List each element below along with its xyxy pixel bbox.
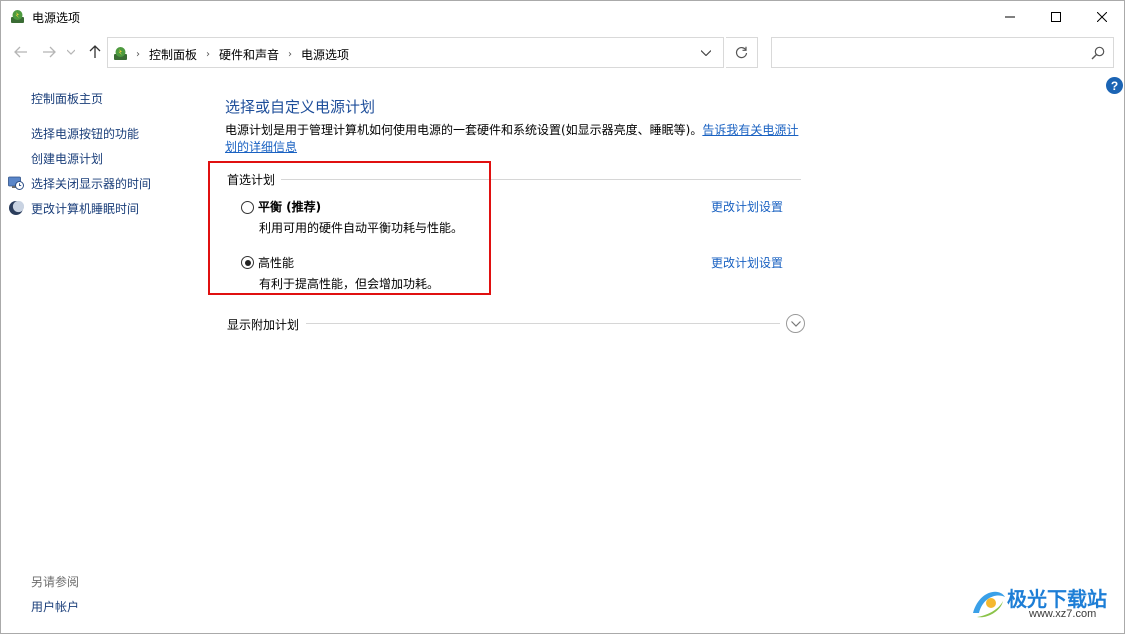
sidebar-item-sleep-time[interactable]: 更改计算机睡眠时间	[31, 200, 139, 217]
arrow-up-icon	[89, 45, 101, 58]
expand-additional-plans-button[interactable]	[786, 314, 805, 333]
refresh-button[interactable]	[726, 37, 758, 68]
address-history-dropdown[interactable]	[698, 45, 714, 61]
page-title: 选择或自定义电源计划	[225, 98, 376, 116]
breadcrumb: › 控制面板 › 硬件和声音 › 电源选项	[136, 46, 349, 63]
close-button[interactable]	[1079, 1, 1125, 32]
help-button[interactable]: ?	[1106, 77, 1123, 94]
show-additional-plans-label[interactable]: 显示附加计划	[227, 316, 299, 333]
see-also-label: 另请参阅	[31, 575, 80, 589]
sidebar-item-create-power-plan[interactable]: 创建电源计划	[31, 150, 103, 167]
watermark-logo-icon	[973, 591, 1005, 618]
watermark: 极光下载站 www.xz7.com	[969, 581, 1119, 625]
navigation-bar: › 控制面板 › 硬件和声音 › 电源选项	[1, 34, 1124, 70]
power-options-icon	[11, 10, 24, 23]
breadcrumb-separator-icon[interactable]: ›	[206, 49, 210, 60]
chevron-down-icon	[790, 320, 801, 327]
address-bar[interactable]: › 控制面板 › 硬件和声音 › 电源选项	[107, 37, 724, 68]
back-button[interactable]	[11, 42, 31, 62]
sidebar-item-power-button-function[interactable]: 选择电源按钮的功能	[31, 125, 139, 142]
sidebar-item-control-panel-home[interactable]: 控制面板主页	[31, 90, 103, 107]
maximize-icon	[1051, 11, 1061, 22]
arrow-left-icon	[14, 46, 27, 58]
change-high-performance-plan-settings-link[interactable]: 更改计划设置	[711, 254, 783, 271]
breadcrumb-item-control-panel[interactable]: 控制面板	[149, 46, 197, 63]
maximize-button[interactable]	[1033, 1, 1079, 32]
user-accounts-link[interactable]: 用户帐户	[31, 598, 79, 615]
refresh-icon	[735, 46, 748, 59]
up-button[interactable]	[85, 42, 105, 62]
description-text: 电源计划是用于管理计算机如何使用电源的一套硬件和系统设置(如显示器亮度、睡眠等)…	[225, 123, 703, 137]
minimize-icon	[1005, 16, 1015, 17]
breadcrumb-item-hardware-sound[interactable]: 硬件和声音	[219, 46, 279, 63]
watermark-url: www.xz7.com	[1029, 608, 1097, 620]
breadcrumb-separator-icon[interactable]: ›	[288, 49, 292, 60]
search-input[interactable]	[771, 37, 1114, 68]
title-bar: 电源选项	[1, 1, 1124, 32]
page-description: 电源计划是用于管理计算机如何使用电源的一套硬件和系统设置(如显示器亮度、睡眠等)…	[225, 122, 805, 156]
recent-locations-button[interactable]	[64, 42, 78, 62]
section-divider	[306, 323, 780, 324]
search-icon	[1091, 46, 1105, 60]
annotation-highlight-box	[208, 161, 491, 295]
moon-icon	[9, 200, 24, 215]
chevron-down-icon	[701, 50, 711, 56]
arrow-right-icon	[43, 46, 56, 58]
change-balanced-plan-settings-link[interactable]: 更改计划设置	[711, 198, 783, 215]
forward-button[interactable]	[39, 42, 59, 62]
sidebar-item-display-off-time[interactable]: 选择关闭显示器的时间	[31, 175, 151, 192]
close-icon	[1097, 11, 1107, 22]
power-options-window: 电源选项 › 控制面板 › 硬件和声音 › 电源选项 ? 控制面板主页 选择电源…	[0, 0, 1125, 634]
window-title: 电源选项	[32, 11, 81, 25]
control-panel-icon	[114, 47, 127, 60]
chevron-down-icon	[67, 49, 75, 55]
monitor-clock-icon	[8, 176, 24, 190]
minimize-button[interactable]	[987, 1, 1033, 32]
breadcrumb-separator-icon[interactable]: ›	[136, 49, 140, 60]
breadcrumb-item-power-options[interactable]: 电源选项	[301, 46, 349, 63]
